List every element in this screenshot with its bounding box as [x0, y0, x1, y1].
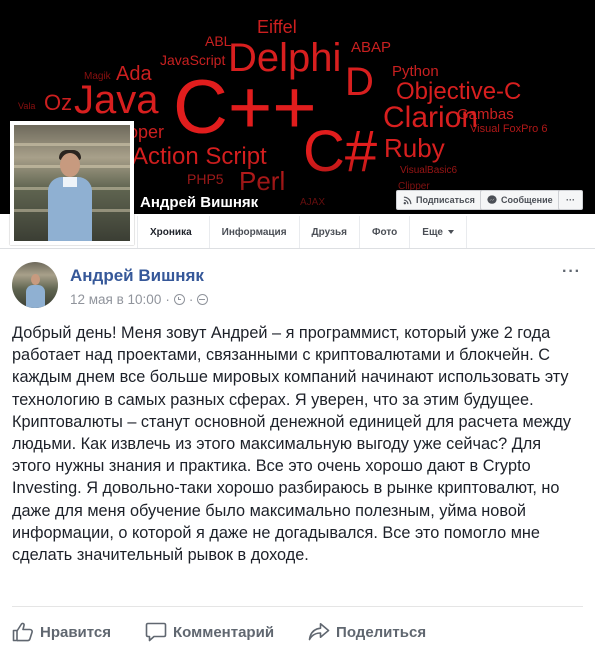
thumbs-up-icon — [12, 622, 33, 642]
tab-label: Хроника — [150, 226, 192, 238]
meta-separator-2: · — [188, 292, 194, 307]
rss-icon — [403, 196, 412, 204]
meta-separator: · — [165, 292, 170, 307]
profile-tabs: Хроника Информация Друзья Фото Еще — [137, 216, 467, 248]
message-label: Сообщение — [501, 195, 553, 205]
cover-word: Visual FoxPro 6 — [470, 123, 548, 135]
cover-word: Clarion — [383, 101, 479, 134]
cover-word: Oz — [44, 90, 73, 115]
cover-word: Vala — [18, 101, 36, 111]
post-options-button[interactable]: ··· — [562, 263, 581, 281]
post-text: Добрый день! Меня зовут Андрей – я прогр… — [12, 324, 572, 565]
caret-down-icon — [447, 230, 454, 234]
tab-1[interactable]: Информация — [210, 216, 300, 248]
cover-word: ABAP — [351, 39, 392, 56]
comment-icon — [145, 622, 167, 642]
share-label: Поделиться — [336, 623, 427, 641]
tab-label: Друзья — [311, 226, 348, 238]
tab-3[interactable]: Фото — [360, 216, 411, 248]
globe-icon[interactable] — [197, 294, 209, 305]
cover-word: Python — [392, 63, 439, 80]
tab-4[interactable]: Еще — [410, 216, 467, 248]
share-icon — [308, 623, 330, 641]
profile-header: Eiffel ABL JavaScript Delphi ABAP Magik Ada Pyt… — [0, 0, 595, 249]
subscribe-button[interactable]: Подписаться — [396, 190, 482, 210]
tab-2[interactable]: Друзья — [300, 216, 361, 248]
subscribe-label: Подписаться — [416, 195, 475, 205]
cover-word: Java — [74, 78, 159, 122]
post-card: Андрей Вишняк 12 мая в 10:00 · · ··· Доб… — [0, 249, 595, 656]
post-actions: Нравится Комментарий Поделиться — [12, 618, 426, 646]
more-options-label: ··· — [566, 195, 575, 205]
message-button[interactable]: Сообщение — [480, 190, 560, 210]
author-avatar[interactable] — [12, 262, 58, 308]
tab-0[interactable]: Хроника — [137, 216, 210, 248]
like-label: Нравится — [40, 623, 112, 641]
messenger-icon — [487, 195, 497, 204]
comment-label: Комментарий — [173, 623, 275, 641]
post-meta: 12 мая в 10:00 · · — [70, 292, 209, 307]
comment-button[interactable]: Комментарий — [145, 618, 274, 646]
clock-icon — [173, 294, 185, 305]
profile-name[interactable]: Андрей Вишняк — [140, 194, 258, 211]
share-button[interactable]: Поделиться — [308, 618, 426, 646]
post-author[interactable]: Андрей Вишняк — [70, 266, 204, 286]
profile-avatar[interactable] — [10, 121, 134, 245]
tab-label: Фото — [372, 226, 398, 238]
tab-label: Информация — [221, 226, 287, 238]
cover-word: C++ — [173, 65, 317, 150]
more-options-button[interactable]: ··· — [558, 190, 583, 210]
like-button[interactable]: Нравится — [12, 618, 111, 646]
divider — [12, 606, 583, 607]
tab-label: Еще — [422, 226, 443, 238]
cover-word: D — [345, 60, 374, 104]
cover-word: Eiffel — [257, 17, 297, 37]
post-date[interactable]: 12 мая в 10:00 — [70, 292, 161, 307]
